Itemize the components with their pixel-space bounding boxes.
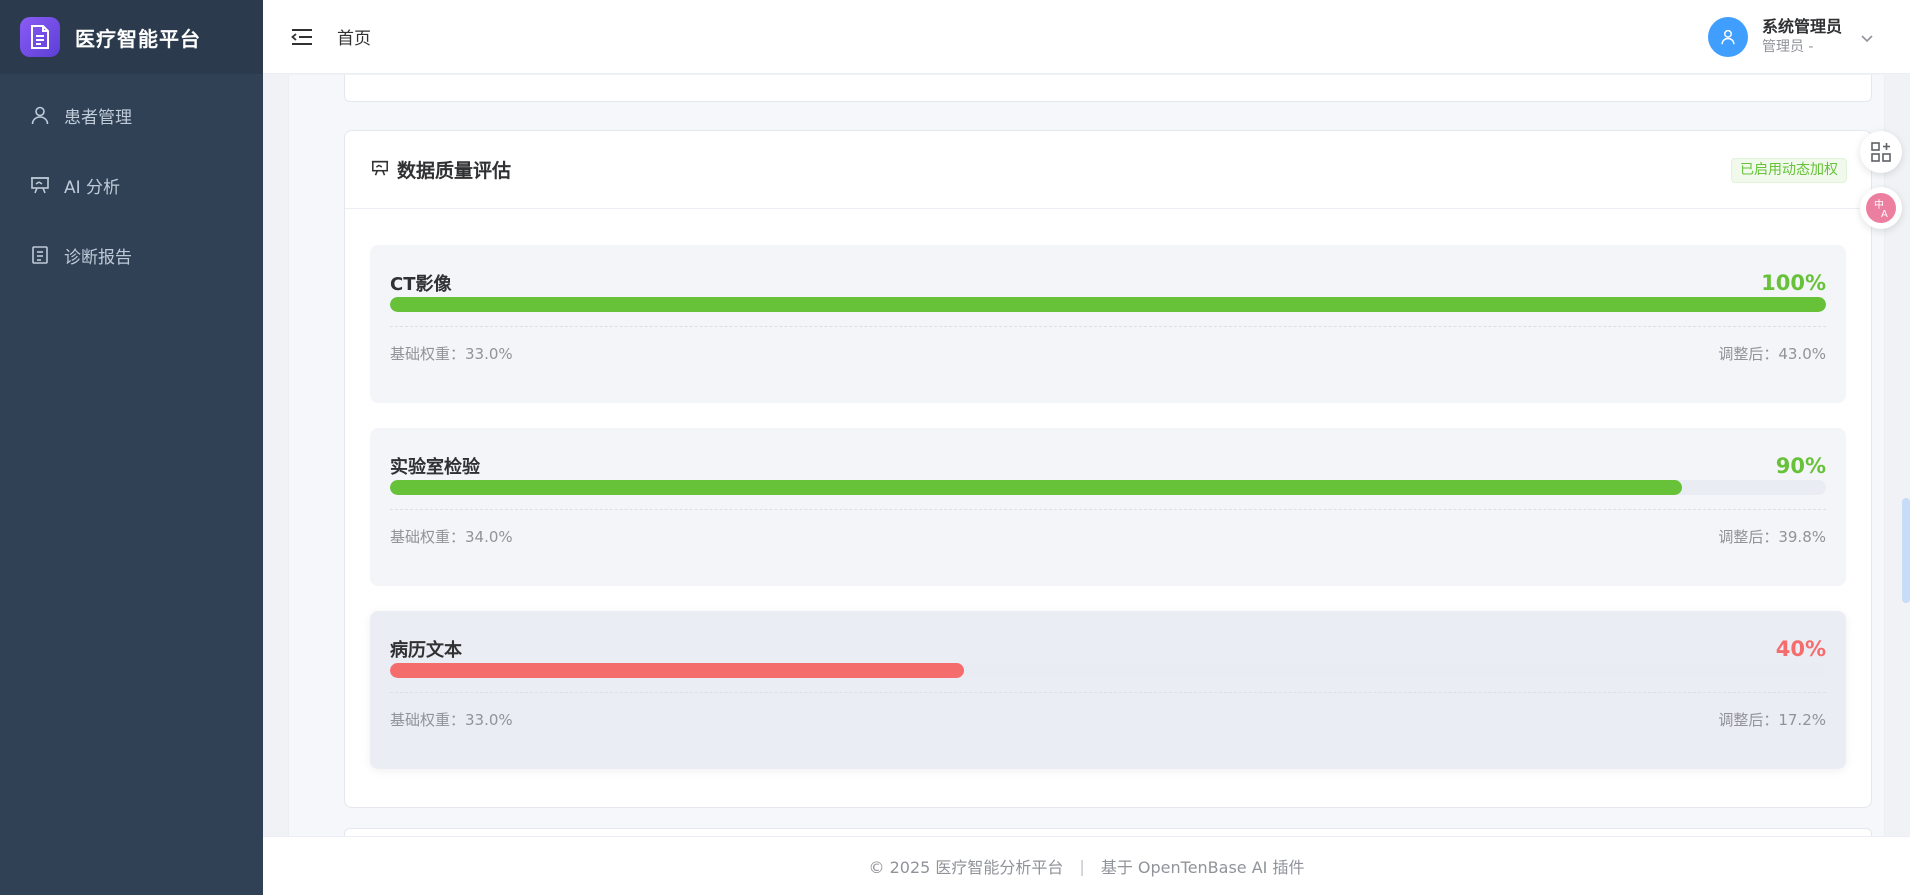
quality-item-name: 病历文本 xyxy=(390,640,462,661)
main-content: 数据质量评估 已启用动态加权 CT影像 100% 基础权重：33.0% 调整后：… xyxy=(263,75,1910,836)
status-badge: 已启用动态加权 xyxy=(1731,158,1847,183)
user-menu[interactable]: 系统管理员 管理员 - xyxy=(1707,0,1874,74)
base-weight: 基础权重：33.0% xyxy=(390,345,513,363)
user-icon xyxy=(30,104,52,126)
sidebar-item-reports[interactable]: 诊断报告 xyxy=(0,220,263,290)
quality-item-lab: 实验室检验 90% 基础权重：34.0% 调整后：39.8% xyxy=(370,428,1846,586)
quality-item-name: CT影像 xyxy=(390,274,452,295)
brand[interactable]: 医疗智能平台 xyxy=(0,0,263,74)
avatar xyxy=(1707,17,1748,57)
progress-fill xyxy=(390,297,1826,312)
footer-separator: | xyxy=(1079,856,1085,876)
adjusted-weight: 调整后：17.2% xyxy=(1718,711,1826,729)
quality-item-records: 病历文本 40% 基础权重：33.0% 调整后：17.2% xyxy=(370,611,1846,769)
scrollbar-thumb[interactable] xyxy=(1902,498,1910,603)
breadcrumb-home[interactable]: 首页 xyxy=(337,24,371,49)
sidebar-item-label: AI 分析 xyxy=(64,177,121,198)
next-card xyxy=(344,828,1872,836)
menu-toggle-icon[interactable] xyxy=(289,24,315,50)
sidebar-menu: 患者管理 AI 分析 诊断报告 xyxy=(0,74,263,290)
user-name: 系统管理员 xyxy=(1761,17,1842,36)
apps-add-icon[interactable] xyxy=(1860,131,1902,173)
base-weight: 基础权重：33.0% xyxy=(390,711,513,729)
document-icon xyxy=(30,244,52,266)
translate-icon[interactable]: 中 A xyxy=(1860,187,1902,229)
base-weight: 基础权重：34.0% xyxy=(390,528,513,546)
svg-text:A: A xyxy=(1881,209,1888,220)
quality-score: 100% xyxy=(1761,271,1826,295)
adjusted-weight: 调整后：43.0% xyxy=(1718,345,1826,363)
adjusted-weight: 调整后：39.8% xyxy=(1718,528,1826,546)
progress-bar xyxy=(390,480,1826,495)
sidebar-item-ai-analysis[interactable]: AI 分析 xyxy=(0,150,263,220)
quality-item-name: 实验室检验 xyxy=(390,457,480,478)
presentation-icon xyxy=(371,159,389,181)
card-header: 数据质量评估 已启用动态加权 xyxy=(345,131,1871,209)
user-info: 系统管理员 管理员 - xyxy=(1762,17,1842,57)
data-quality-card: 数据质量评估 已启用动态加权 CT影像 100% 基础权重：33.0% 调整后：… xyxy=(344,130,1872,808)
progress-fill xyxy=(390,663,965,678)
progress-fill xyxy=(390,480,1683,495)
card-title: 数据质量评估 xyxy=(397,160,512,182)
progress-bar xyxy=(390,663,1826,678)
user-role: 管理员 - xyxy=(1761,39,1814,55)
content-column: 数据质量评估 已启用动态加权 CT影像 100% 基础权重：33.0% 调整后：… xyxy=(288,75,1885,836)
top-header: 首页 系统管理员 管理员 - xyxy=(263,0,1910,74)
footer-powered-by: 基于 OpenTenBase AI 插件 xyxy=(1100,858,1305,877)
quality-score: 40% xyxy=(1775,637,1826,661)
sidebar-item-label: 诊断报告 xyxy=(64,247,132,268)
quality-score: 90% xyxy=(1775,454,1826,478)
app-title: 医疗智能平台 xyxy=(75,26,201,51)
sidebar-item-patients[interactable]: 患者管理 xyxy=(0,80,263,150)
quality-list: CT影像 100% 基础权重：33.0% 调整后：43.0% 实验室检验 90%… xyxy=(345,209,1871,769)
footer-copyright: © 2025 医疗智能分析平台 xyxy=(868,858,1064,877)
footer: © 2025 医疗智能分析平台 | 基于 OpenTenBase AI 插件 xyxy=(263,836,1910,895)
presentation-icon xyxy=(30,174,52,196)
sidebar: 医疗智能平台 患者管理 AI 分析 诊断报告 xyxy=(0,0,263,895)
chevron-down-icon[interactable] xyxy=(1860,28,1874,47)
app-root: 医疗智能平台 患者管理 AI 分析 诊断报告 首页 系统管理员 管理员 - 数据… xyxy=(0,0,1910,895)
quality-item-ct: CT影像 100% 基础权重：33.0% 调整后：43.0% xyxy=(370,245,1846,403)
sidebar-item-label: 患者管理 xyxy=(64,107,132,128)
document-logo-icon xyxy=(20,17,60,57)
progress-bar xyxy=(390,297,1826,312)
previous-card xyxy=(344,75,1872,102)
